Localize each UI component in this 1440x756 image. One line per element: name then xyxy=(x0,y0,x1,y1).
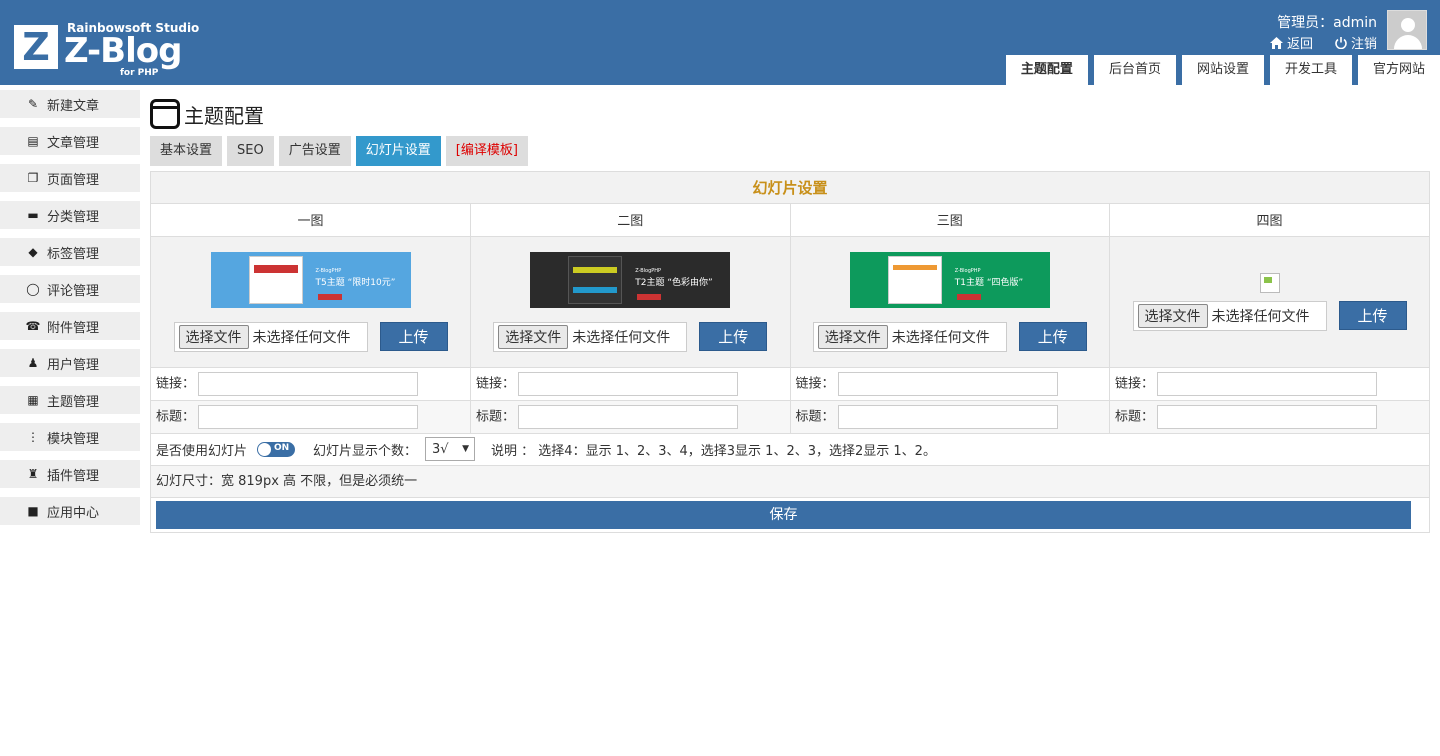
sidebar-item-tags[interactable]: ◆ 标签管理 xyxy=(0,238,140,266)
pages-icon: ❐ xyxy=(27,171,39,185)
sidebar-item-app-center[interactable]: ■ 应用中心 xyxy=(0,497,140,525)
folder-icon: ▬ xyxy=(27,208,39,222)
file-input-4[interactable]: 选择文件 未选择任何文件 xyxy=(1132,300,1327,331)
upload-button-3[interactable]: 上传 xyxy=(1018,322,1087,351)
column-header: 一图 xyxy=(151,204,471,237)
power-icon xyxy=(1335,36,1347,49)
link-label: 链接： xyxy=(476,376,516,391)
tab-basic-settings[interactable]: 基本设置 xyxy=(150,136,223,166)
slide-thumbnail-1: Z-BlogPHP T5主题 “限时10元” xyxy=(210,251,411,308)
header: Z Rainbowsoft Studio Z-Blog for PHP 管理员：… xyxy=(0,0,1440,85)
options-row: 是否使用幻灯片 ON 幻灯片显示个数： 3√ ▼ 说明 ： 选择4：显示 1、2、… xyxy=(151,434,1429,466)
upload-button-1[interactable]: 上传 xyxy=(379,322,448,351)
link-input-2[interactable] xyxy=(518,371,739,396)
column-header: 三图 xyxy=(790,204,1110,237)
count-note: 说明 ： 选择4：显示 1、2、3、4，选择3显示 1、2、3，选择2显示 1、… xyxy=(491,443,936,459)
title-input-3[interactable] xyxy=(837,404,1058,429)
logo-name[interactable]: Z-Blog xyxy=(64,31,182,71)
sidebar-item-attachments[interactable]: ☎ 附件管理 xyxy=(0,312,140,340)
document-icon: ▤ xyxy=(27,134,39,148)
slide-settings-panel: 幻灯片设置 一图 二图 三图 四图 Z-BlogPHP T5主题 “限时10元” xyxy=(150,171,1430,533)
top-tab-site-settings[interactable]: 网站设置 xyxy=(1181,55,1264,85)
top-tab-theme-config[interactable]: 主题配置 xyxy=(1005,55,1088,85)
slide-thumbnail-2: Z-BlogPHP T2主题 “色彩由你” xyxy=(530,251,731,308)
save-button[interactable]: 保存 xyxy=(156,500,1411,529)
user-icon: ♟ xyxy=(27,356,39,370)
link-input-1[interactable] xyxy=(198,371,419,396)
count-select[interactable]: 3√ ▼ xyxy=(425,437,476,461)
comment-icon: ◯ xyxy=(26,282,40,296)
title-input-2[interactable] xyxy=(518,404,739,429)
broken-image-icon xyxy=(1259,272,1280,293)
page-title: 主题配置 xyxy=(150,97,1430,131)
link-label: 链接： xyxy=(156,376,196,391)
avatar[interactable] xyxy=(1387,10,1427,50)
file-input-1[interactable]: 选择文件 未选择任何文件 xyxy=(173,321,368,352)
link-input-4[interactable] xyxy=(1157,371,1378,396)
sidebar-item-pages[interactable]: ❐ 页面管理 xyxy=(0,164,140,192)
column-header: 四图 xyxy=(1109,204,1429,237)
link-label: 链接： xyxy=(1115,376,1155,391)
top-tab-dashboard[interactable]: 后台首页 xyxy=(1093,55,1176,85)
sidebar-item-users[interactable]: ♟ 用户管理 xyxy=(0,349,140,377)
title-input-1[interactable] xyxy=(198,404,419,429)
sidebar: ✎ 新建文章 ▤ 文章管理 ❐ 页面管理 ▬ 分类管理 ◆ 标签管理 ◯ 评论管理 ☎ 附件管… xyxy=(0,90,140,534)
top-nav: 主题配置 后台首页 网站设置 开发工具 官方网站 xyxy=(1005,55,1440,85)
count-label: 幻灯片显示个数： xyxy=(313,443,418,459)
tag-icon: ◆ xyxy=(28,245,38,259)
user-name: 管理员：admin xyxy=(1277,15,1377,31)
file-input-2[interactable]: 选择文件 未选择任何文件 xyxy=(493,321,688,352)
sidebar-item-categories[interactable]: ▬ 分类管理 xyxy=(0,201,140,229)
attachment-icon: ☎ xyxy=(25,319,41,333)
sidebar-item-themes[interactable]: ▦ 主题管理 xyxy=(0,386,140,414)
logo-icon[interactable]: Z xyxy=(14,25,58,69)
main-content: 主题配置 基本设置 SEO 广告设置 幻灯片设置 [编译模板] 幻灯片设置 一图… xyxy=(150,97,1430,533)
tab-compile-template[interactable]: [编译模板] xyxy=(445,136,528,166)
use-slide-label: 是否使用幻灯片 xyxy=(156,443,248,459)
title-label: 标题： xyxy=(156,409,196,424)
logout-link[interactable]: 注销 xyxy=(1335,33,1377,52)
tab-slide-settings[interactable]: 幻灯片设置 xyxy=(355,136,441,166)
slide-toggle[interactable]: ON xyxy=(257,441,296,457)
window-icon xyxy=(150,99,180,129)
tab-seo[interactable]: SEO xyxy=(227,136,274,166)
link-input-3[interactable] xyxy=(837,371,1058,396)
dropdown-arrow-icon: ▼ xyxy=(462,444,470,454)
sidebar-item-modules[interactable]: ⋮ 模块管理 xyxy=(0,423,140,451)
sidebar-item-new-article[interactable]: ✎ 新建文章 xyxy=(0,90,140,118)
panel-title: 幻灯片设置 xyxy=(151,172,1429,204)
top-tab-official-site[interactable]: 官方网站 xyxy=(1357,55,1440,85)
link-label: 链接： xyxy=(795,376,835,391)
top-tab-dev-tools[interactable]: 开发工具 xyxy=(1269,55,1352,85)
user-links: 返回 注销 xyxy=(1269,33,1377,52)
home-icon xyxy=(1269,36,1283,49)
slide-thumbnail-3: Z-BlogPHP T1主题 “四色版” xyxy=(849,251,1050,308)
slide-table: 一图 二图 三图 四图 Z-BlogPHP T5主题 “限时10元” 选择文件未… xyxy=(151,204,1429,434)
upload-button-2[interactable]: 上传 xyxy=(699,322,768,351)
size-note: 幻灯尺寸：宽 819px 高 不限，但是必须统一 xyxy=(151,465,1429,498)
sidebar-item-articles[interactable]: ▤ 文章管理 xyxy=(0,127,140,155)
sub-tabs: 基本设置 SEO 广告设置 幻灯片设置 [编译模板] xyxy=(150,136,1430,166)
theme-icon: ▦ xyxy=(27,393,39,407)
column-header: 二图 xyxy=(470,204,791,237)
cube-icon: ■ xyxy=(27,504,39,518)
title-label: 标题： xyxy=(476,409,516,424)
sidebar-item-comments[interactable]: ◯ 评论管理 xyxy=(0,275,140,303)
title-label: 标题： xyxy=(1115,409,1155,424)
back-link[interactable]: 返回 xyxy=(1269,33,1313,52)
edit-icon: ✎ xyxy=(27,97,39,111)
plugin-icon: ♜ xyxy=(27,467,39,481)
sidebar-item-plugins[interactable]: ♜ 插件管理 xyxy=(0,460,140,488)
logo-php: for PHP xyxy=(120,68,159,78)
upload-button-4[interactable]: 上传 xyxy=(1338,301,1407,330)
title-input-4[interactable] xyxy=(1157,404,1378,429)
tab-ad-settings[interactable]: 广告设置 xyxy=(278,136,351,166)
title-label: 标题： xyxy=(795,409,835,424)
module-icon: ⋮ xyxy=(27,430,39,444)
file-input-3[interactable]: 选择文件 未选择任何文件 xyxy=(812,321,1007,352)
